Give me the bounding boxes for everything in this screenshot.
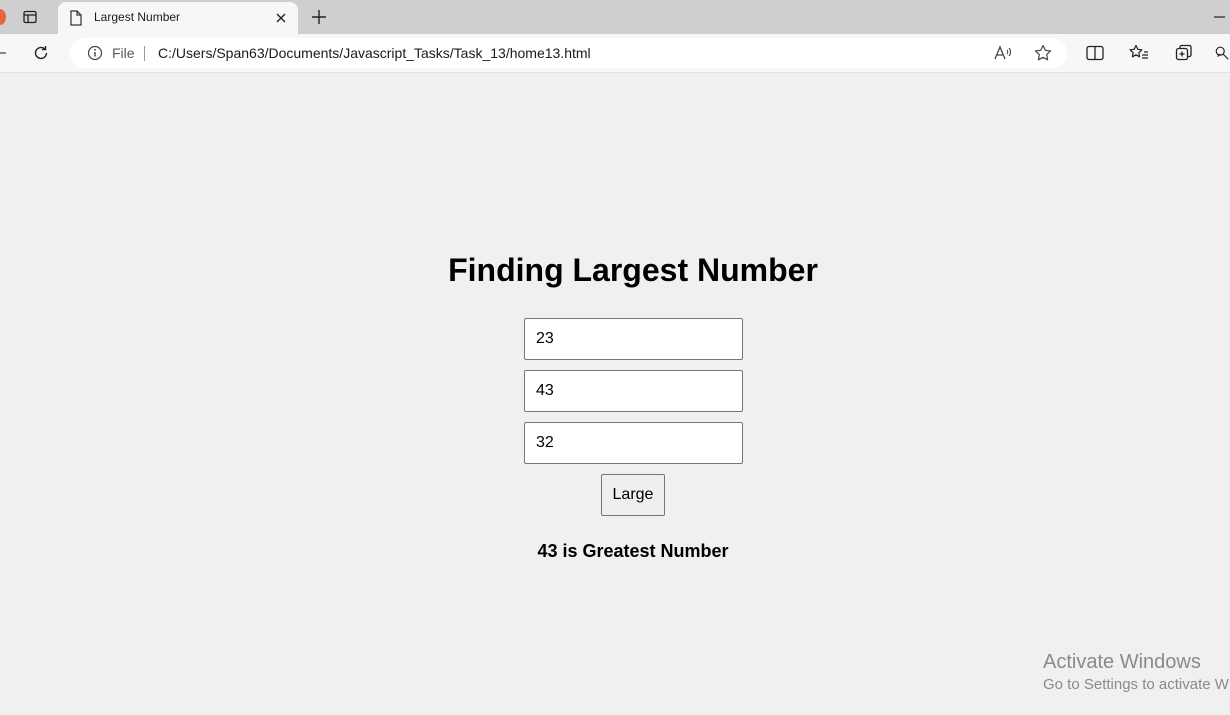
new-tab-button[interactable] bbox=[308, 6, 330, 28]
number-input-1[interactable] bbox=[524, 318, 743, 360]
extensions-button[interactable] bbox=[1214, 42, 1230, 64]
favorites-button[interactable] bbox=[1128, 42, 1150, 64]
tab-strip: Largest Number bbox=[0, 0, 1230, 34]
read-aloud-button[interactable] bbox=[993, 43, 1013, 63]
browser-tab[interactable]: Largest Number bbox=[58, 2, 298, 34]
split-screen-button[interactable] bbox=[1084, 42, 1106, 64]
tab-title: Largest Number bbox=[94, 10, 181, 24]
back-button[interactable] bbox=[0, 44, 12, 62]
address-bar[interactable]: File C:/Users/Span63/Documents/Javascrip… bbox=[70, 38, 1067, 68]
tab-actions-button[interactable] bbox=[20, 7, 40, 27]
close-icon bbox=[276, 13, 286, 23]
read-aloud-icon bbox=[994, 45, 1012, 60]
favorites-icon bbox=[1129, 44, 1148, 59]
page-icon bbox=[70, 10, 82, 26]
site-info-label[interactable]: File bbox=[112, 45, 135, 61]
back-arrow-icon bbox=[0, 52, 6, 54]
browser-logo-icon bbox=[0, 9, 6, 25]
tab-actions-icon bbox=[23, 10, 37, 24]
collections-button[interactable] bbox=[1173, 42, 1195, 64]
page-heading: Finding Largest Number bbox=[448, 252, 818, 288]
activate-windows-watermark: Activate Windows Go to Settings to activ… bbox=[1043, 651, 1229, 693]
favorite-button[interactable] bbox=[1033, 43, 1053, 63]
refresh-button[interactable] bbox=[30, 42, 52, 64]
split-screen-icon bbox=[1086, 45, 1104, 61]
minimize-button[interactable] bbox=[1210, 6, 1230, 28]
address-separator bbox=[144, 46, 145, 61]
url-text[interactable]: C:/Users/Span63/Documents/Javascript_Tas… bbox=[158, 45, 591, 61]
collections-icon bbox=[1175, 44, 1192, 61]
watermark-subtitle: Go to Settings to activate W bbox=[1043, 676, 1229, 693]
watermark-title: Activate Windows bbox=[1043, 651, 1201, 673]
minimize-icon bbox=[1214, 16, 1225, 18]
star-icon bbox=[1034, 44, 1052, 61]
large-button[interactable]: Large bbox=[601, 474, 665, 516]
result-text: 43 is Greatest Number bbox=[537, 541, 729, 561]
plus-icon bbox=[312, 10, 326, 24]
info-icon[interactable] bbox=[87, 45, 103, 61]
extensions-icon bbox=[1215, 46, 1229, 60]
refresh-icon bbox=[34, 46, 48, 60]
browser-toolbar: File C:/Users/Span63/Documents/Javascrip… bbox=[0, 34, 1230, 73]
number-input-3[interactable] bbox=[524, 422, 743, 464]
number-input-2[interactable] bbox=[524, 370, 743, 412]
tab-close-button[interactable] bbox=[272, 9, 290, 27]
